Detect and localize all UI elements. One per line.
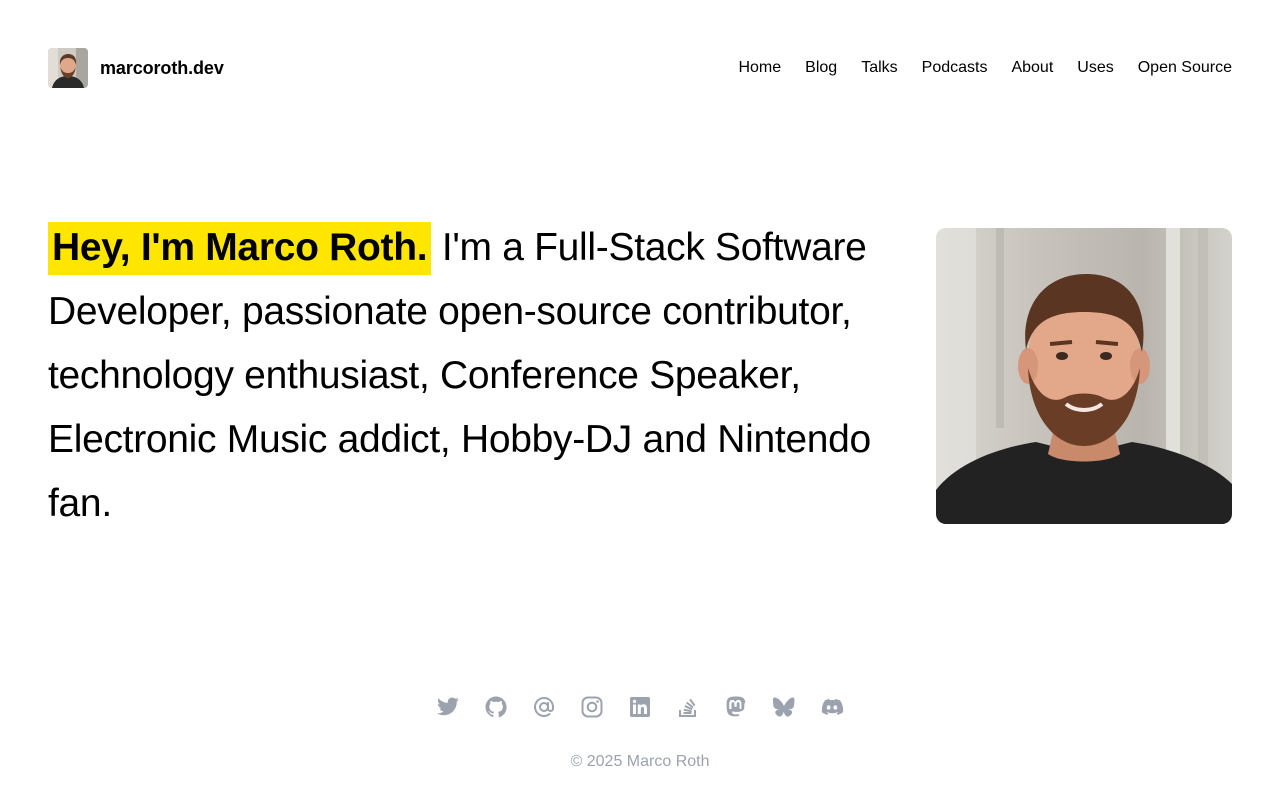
main-nav: Home Blog Talks Podcasts About Uses Open… bbox=[738, 59, 1232, 77]
stackoverflow-link[interactable] bbox=[672, 691, 704, 723]
nav-podcasts[interactable]: Podcasts bbox=[922, 59, 988, 77]
email-link[interactable] bbox=[528, 691, 560, 723]
social-links bbox=[0, 691, 1280, 723]
portrait-photo bbox=[936, 228, 1232, 524]
nav-uses[interactable]: Uses bbox=[1077, 59, 1113, 77]
nav-blog[interactable]: Blog bbox=[805, 59, 837, 77]
mastodon-link[interactable] bbox=[720, 691, 752, 723]
page: marcoroth.dev Home Blog Talks Podcasts A… bbox=[0, 0, 1280, 800]
twitter-link[interactable] bbox=[432, 691, 464, 723]
linkedin-link[interactable] bbox=[624, 691, 656, 723]
stackoverflow-icon bbox=[679, 698, 696, 717]
site-header: marcoroth.dev Home Blog Talks Podcasts A… bbox=[48, 48, 1232, 88]
site-name: marcoroth.dev bbox=[100, 57, 224, 78]
github-icon bbox=[485, 696, 507, 718]
avatar bbox=[48, 48, 88, 88]
hero-intro: Hey, I'm Marco Roth. I'm a Full-Stack So… bbox=[48, 216, 878, 536]
linkedin-icon bbox=[630, 697, 650, 717]
discord-icon bbox=[821, 699, 844, 715]
home-brand-link[interactable]: marcoroth.dev bbox=[48, 48, 224, 88]
bluesky-link[interactable] bbox=[768, 691, 800, 723]
instagram-link[interactable] bbox=[576, 691, 608, 723]
nav-home[interactable]: Home bbox=[738, 59, 781, 77]
twitter-icon bbox=[437, 697, 459, 716]
bluesky-icon bbox=[772, 697, 795, 717]
discord-link[interactable] bbox=[816, 691, 848, 723]
nav-talks[interactable]: Talks bbox=[861, 59, 897, 77]
hero-highlight: Hey, I'm Marco Roth. bbox=[48, 222, 432, 275]
nav-open-source[interactable]: Open Source bbox=[1138, 59, 1232, 77]
github-link[interactable] bbox=[480, 691, 512, 723]
copyright: © 2025 Marco Roth bbox=[570, 753, 710, 770]
nav-about[interactable]: About bbox=[1011, 59, 1053, 77]
email-icon bbox=[534, 696, 554, 717]
instagram-icon bbox=[581, 696, 603, 718]
mastodon-icon bbox=[726, 696, 746, 717]
